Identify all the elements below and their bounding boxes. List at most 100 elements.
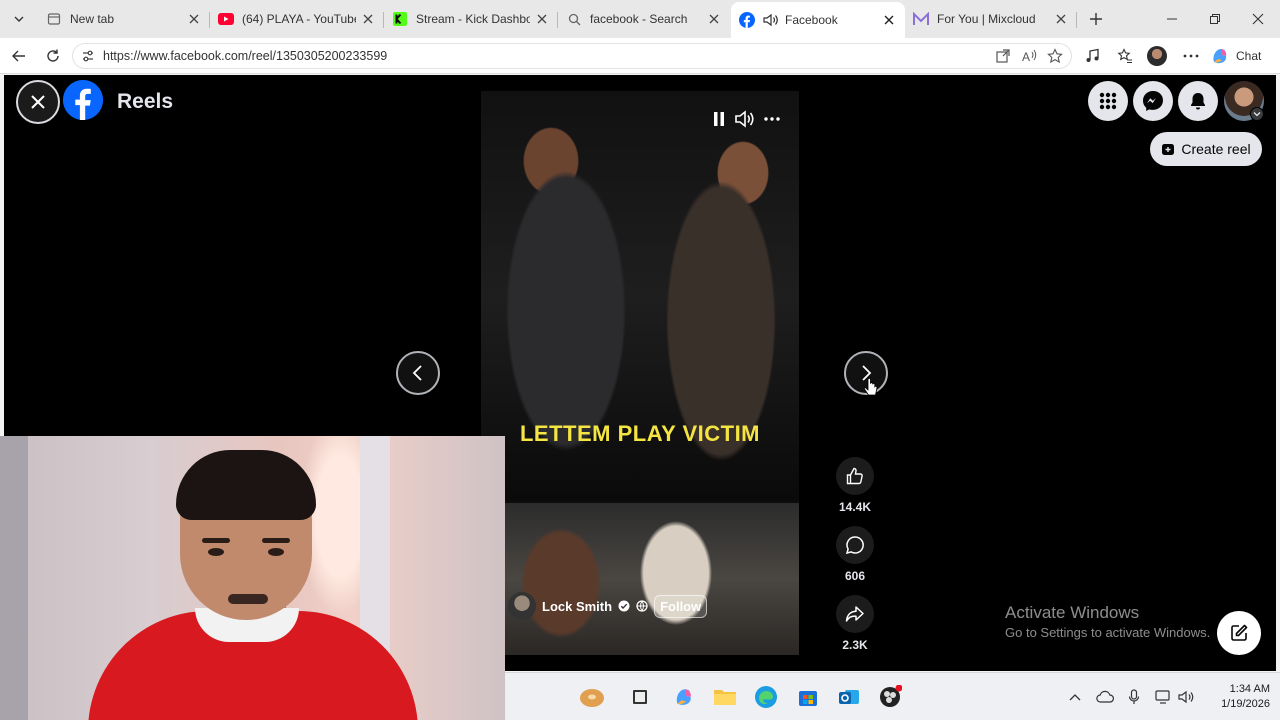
read-aloud-icon[interactable]: A [1020, 47, 1038, 65]
system-clock[interactable]: 1:34 AM 1/19/2026 [1200, 682, 1270, 712]
url-text[interactable]: https://www.facebook.com/reel/1350305200… [103, 49, 387, 63]
taskbar-app-widgets[interactable] [579, 684, 605, 710]
copilot-icon [1213, 49, 1227, 64]
chevron-down-icon [14, 16, 24, 22]
tab-facebook-search[interactable]: facebook - Search [558, 4, 730, 34]
close-window-button[interactable] [1238, 4, 1278, 34]
tab-new-tab[interactable]: New tab [38, 4, 210, 34]
facebook-logo[interactable] [63, 80, 103, 120]
webcam-person-eye [268, 548, 284, 556]
volume-icon [1178, 690, 1194, 704]
like-button[interactable] [836, 457, 874, 495]
store-icon [799, 691, 817, 706]
verified-badge-icon [618, 600, 630, 612]
share-count: 2.3K [842, 638, 868, 652]
like-action: 14.4K [834, 457, 876, 514]
pause-icon [714, 112, 724, 126]
media-control-button[interactable] [1080, 44, 1106, 68]
reload-button[interactable] [40, 44, 66, 68]
taskbar-app-store[interactable] [795, 684, 821, 710]
close-tab-icon[interactable] [706, 11, 722, 27]
chevron-down-icon[interactable] [1250, 107, 1264, 121]
close-tab-icon[interactable] [360, 11, 376, 27]
more-horizontal-icon [1183, 54, 1199, 58]
obs-icon [880, 685, 902, 707]
copilot-chat-button[interactable]: Chat [1210, 44, 1274, 68]
author-name[interactable]: Lock Smith [542, 599, 612, 614]
mute-button[interactable] [735, 109, 755, 129]
show-hidden-icons-button[interactable] [1065, 687, 1085, 707]
volume-tray[interactable] [1177, 687, 1197, 707]
create-reel-button[interactable]: Create reel [1150, 132, 1262, 166]
compose-icon [1231, 624, 1248, 641]
new-tab-button[interactable] [1084, 7, 1108, 31]
menu-button[interactable] [1088, 81, 1128, 121]
tab-mixcloud[interactable]: For You | Mixcloud [905, 4, 1077, 34]
share-button[interactable] [836, 595, 874, 633]
comment-count: 606 [844, 569, 866, 583]
settings-more-button[interactable] [1178, 44, 1204, 68]
close-icon [31, 95, 45, 109]
speaker-icon[interactable] [763, 12, 779, 28]
close-tab-icon[interactable] [881, 12, 897, 28]
messenger-icon [1143, 91, 1163, 111]
page-title: Reels [117, 90, 174, 113]
previous-reel-button[interactable] [396, 351, 440, 395]
follow-button[interactable]: Follow [654, 594, 708, 618]
tab-youtube[interactable]: (64) PLAYA - YouTube [210, 4, 384, 34]
webcam-overlay [0, 436, 505, 720]
close-tab-icon[interactable] [186, 11, 202, 27]
address-bar[interactable]: https://www.facebook.com/reel/1350305200… [72, 43, 1072, 69]
clock-time: 1:34 AM [1229, 683, 1270, 695]
restore-button[interactable] [1195, 4, 1235, 34]
close-tab-icon[interactable] [534, 11, 550, 27]
create-reel-label: Create reel [1181, 141, 1251, 157]
taskbar-app-obs[interactable] [877, 684, 903, 710]
watermark-line-1: Activate Windows [1005, 603, 1140, 622]
more-horizontal-icon [764, 117, 780, 121]
activate-windows-watermark: Activate Windows Go to Settings to activ… [1005, 603, 1210, 640]
tab-title: New tab [70, 12, 115, 26]
messenger-button[interactable] [1133, 81, 1173, 121]
favorites-button[interactable] [1112, 44, 1138, 68]
arrow-left-icon [12, 50, 25, 62]
chat-label: Chat [1236, 49, 1262, 63]
comment-button[interactable] [836, 526, 874, 564]
taskbar-app-outlook[interactable] [836, 684, 862, 710]
search-icon [566, 11, 582, 27]
reel-video[interactable]: LETTEM PLAY VICTIM [481, 91, 799, 655]
onedrive-tray[interactable] [1095, 687, 1115, 707]
tab-kick[interactable]: Stream - Kick Dashboard [384, 4, 558, 34]
profile-button[interactable] [1144, 44, 1170, 68]
close-reels-button[interactable] [16, 80, 60, 124]
pause-button[interactable] [709, 109, 729, 129]
taskbar-app-task-view[interactable] [627, 684, 653, 710]
open-in-app-icon[interactable] [994, 47, 1012, 65]
volume-icon [735, 110, 754, 128]
webcam-background-door [0, 436, 28, 720]
tab-title: facebook - Search [590, 12, 688, 26]
author-avatar[interactable] [508, 592, 536, 620]
back-button[interactable] [6, 44, 32, 68]
microphone-tray[interactable] [1124, 687, 1144, 707]
windows-taskbar [505, 672, 1280, 720]
bagel-widget-icon [580, 689, 604, 707]
tab-title: For You | Mixcloud [937, 12, 1036, 26]
kick-icon [392, 11, 408, 27]
watermark-line-2: Go to Settings to activate Windows. [1005, 625, 1211, 640]
new-message-button[interactable] [1217, 611, 1261, 655]
more-options-button[interactable] [762, 109, 782, 129]
taskbar-app-file-explorer[interactable] [712, 684, 738, 710]
tab-facebook-active[interactable]: Facebook [731, 2, 905, 38]
tab-actions-menu[interactable] [6, 6, 32, 32]
taskbar-app-edge[interactable] [753, 684, 779, 710]
star-icon[interactable] [1046, 47, 1064, 65]
folder-icon [714, 690, 736, 705]
close-tab-icon[interactable] [1053, 11, 1069, 27]
taskbar-app-copilot[interactable] [671, 684, 697, 710]
thumbs-up-icon [846, 467, 863, 485]
minimize-button[interactable] [1152, 4, 1192, 34]
network-tray[interactable] [1154, 687, 1174, 707]
notifications-button[interactable] [1178, 81, 1218, 121]
site-info-icon[interactable] [81, 49, 95, 63]
